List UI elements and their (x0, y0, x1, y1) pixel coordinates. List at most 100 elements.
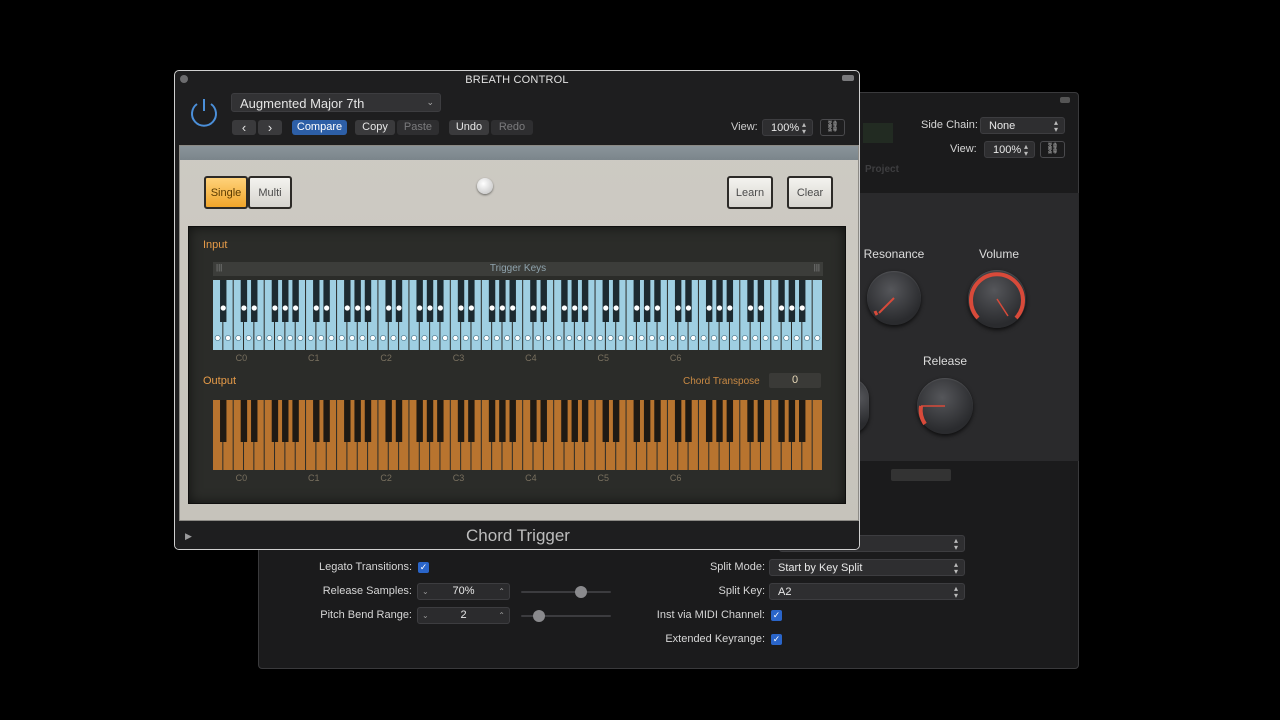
black-key[interactable] (788, 400, 796, 442)
extended-keyrange-checkbox[interactable]: ✓ (771, 634, 782, 645)
black-key[interactable] (509, 400, 516, 442)
black-key[interactable] (416, 280, 423, 322)
black-key[interactable] (292, 280, 299, 322)
black-key[interactable] (799, 280, 806, 322)
black-key[interactable] (602, 400, 609, 442)
volume-knob[interactable] (968, 270, 1026, 328)
black-key[interactable] (313, 400, 320, 442)
split-mode-popup[interactable]: Start by Key Split ▴ ▾ (769, 559, 965, 576)
resonance-knob[interactable] (867, 271, 921, 325)
pitch-bend-stepper[interactable]: ⌄ 2 ⌃ (417, 607, 510, 624)
redo-button[interactable]: Redo (491, 120, 533, 135)
black-key[interactable] (788, 280, 796, 322)
black-key[interactable] (354, 280, 361, 322)
black-key[interactable] (426, 400, 434, 442)
black-key[interactable] (778, 400, 785, 442)
black-key[interactable] (581, 280, 589, 322)
black-key[interactable] (385, 400, 392, 442)
trigger-keys-bar[interactable]: ||| Trigger Keys ||| (213, 262, 823, 276)
window-collapse-icon[interactable] (842, 75, 854, 81)
black-key[interactable] (282, 280, 289, 322)
black-key[interactable] (654, 280, 661, 322)
black-key[interactable] (344, 280, 351, 322)
black-key[interactable] (323, 400, 330, 442)
black-key[interactable] (354, 400, 361, 442)
link-icon[interactable]: ⛓ (820, 119, 845, 136)
black-key[interactable] (705, 280, 713, 322)
black-key[interactable] (571, 280, 578, 322)
back-view-popup[interactable]: 100% ▴ ▾ (984, 141, 1035, 158)
chevron-up-icon[interactable]: ⌃ (498, 608, 505, 623)
black-key[interactable] (757, 400, 765, 442)
black-key[interactable] (612, 400, 620, 442)
split-key-popup[interactable]: A2 ▴ ▾ (769, 583, 965, 600)
black-key[interactable] (530, 280, 537, 322)
black-key[interactable] (488, 400, 496, 442)
black-key[interactable] (313, 280, 320, 322)
release-knob[interactable] (917, 378, 973, 434)
black-key[interactable] (571, 400, 578, 442)
black-key[interactable] (685, 280, 692, 322)
black-key[interactable] (240, 400, 248, 442)
chord-transpose-field[interactable]: 0 (769, 373, 821, 388)
black-key[interactable] (633, 400, 640, 442)
black-key[interactable] (530, 400, 537, 442)
chevron-down-icon[interactable]: ⌄ (422, 584, 429, 599)
black-key[interactable] (457, 400, 465, 442)
black-key[interactable] (499, 280, 506, 322)
black-key[interactable] (674, 400, 682, 442)
link-icon[interactable]: ⛓ (1040, 141, 1065, 158)
view-popup[interactable]: 100% ▴ ▾ (762, 119, 813, 136)
black-key[interactable] (540, 400, 547, 442)
black-key[interactable] (757, 280, 765, 322)
white-key[interactable] (812, 400, 822, 470)
black-key[interactable] (540, 280, 547, 322)
black-key[interactable] (633, 280, 640, 322)
black-key[interactable] (799, 400, 806, 442)
black-key[interactable] (364, 280, 372, 322)
previous-preset-button[interactable]: ‹ (232, 120, 256, 135)
black-key[interactable] (282, 400, 289, 442)
black-key[interactable] (654, 400, 661, 442)
black-key[interactable] (457, 280, 465, 322)
black-key[interactable] (747, 400, 754, 442)
black-key[interactable] (240, 280, 248, 322)
black-key[interactable] (437, 400, 444, 442)
black-key[interactable] (416, 400, 423, 442)
black-key[interactable] (778, 280, 785, 322)
black-key[interactable] (643, 280, 651, 322)
side-chain-popup[interactable]: None ▴ ▾ (980, 117, 1065, 134)
clear-button[interactable]: Clear (787, 176, 833, 209)
legato-checkbox[interactable]: ✓ (418, 562, 429, 573)
black-key[interactable] (726, 400, 734, 442)
release-samples-slider[interactable] (521, 591, 611, 593)
black-key[interactable] (612, 280, 620, 322)
black-key[interactable] (364, 400, 372, 442)
black-key[interactable] (395, 280, 403, 322)
chevron-up-icon[interactable]: ⌃ (498, 584, 505, 599)
black-key[interactable] (561, 400, 568, 442)
black-key[interactable] (385, 280, 392, 322)
chevron-down-icon[interactable]: ⌄ (422, 608, 429, 623)
black-key[interactable] (271, 280, 279, 322)
undo-button[interactable]: Undo (449, 120, 489, 135)
black-key[interactable] (488, 280, 496, 322)
black-key[interactable] (271, 400, 279, 442)
black-key[interactable] (726, 280, 734, 322)
power-icon[interactable] (188, 95, 220, 127)
black-key[interactable] (716, 400, 723, 442)
range-handle-right-icon[interactable]: ||| (814, 263, 820, 272)
learn-button[interactable]: Learn (727, 176, 773, 209)
black-key[interactable] (426, 280, 434, 322)
black-key[interactable] (602, 280, 609, 322)
black-key[interactable] (220, 400, 227, 442)
black-key[interactable] (674, 280, 682, 322)
preset-popup[interactable]: Augmented Major 7th ⌄ (231, 93, 441, 112)
black-key[interactable] (705, 400, 713, 442)
black-key[interactable] (581, 400, 589, 442)
black-key[interactable] (251, 280, 258, 322)
window-control-icon[interactable] (1060, 97, 1070, 103)
black-key[interactable] (220, 280, 227, 322)
black-key[interactable] (323, 280, 330, 322)
pitch-bend-slider-thumb[interactable] (533, 610, 545, 622)
